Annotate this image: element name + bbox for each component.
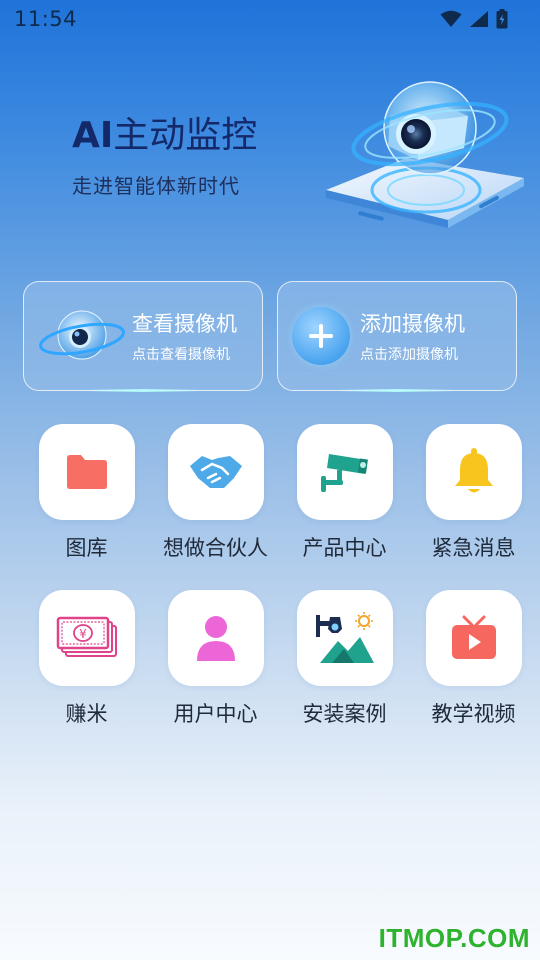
hero-title: AI主动监控 [72,106,257,158]
add-camera-card[interactable]: 添加摄像机 点击添加摄像机 [277,281,517,392]
view-camera-title: 查看摄像机 [132,312,237,336]
video-icon [451,615,496,659]
add-camera-subtitle: 点击添加摄像机 [360,347,458,363]
status-time: 11:54 [14,7,78,31]
grid-item-label: 安装案例 [302,702,387,726]
ai-camera-illustration [326,81,524,228]
wifi-icon [440,10,462,27]
bell-icon [454,448,493,493]
hero-subtitle: 走进智能体新时代 [72,174,240,198]
tile-box[interactable] [296,590,393,686]
grid-item-label: 用户中心 [173,702,258,726]
tile-box[interactable] [425,424,522,520]
grid-item-alerts[interactable]: 紧急消息 [409,424,538,562]
tile-box[interactable] [167,424,264,520]
grid-item-cases[interactable]: 安装案例 [280,590,409,728]
status-icons [440,9,508,29]
signal-icon [470,11,488,27]
grid-item-label: 赚米 [65,702,108,726]
grid-item-user-center[interactable]: 用户中心 [151,590,280,728]
tile-box[interactable] [425,590,522,686]
svg-text:¥: ¥ [79,627,87,641]
hero-title-ai: AI [72,115,114,156]
card-glow [84,389,202,392]
tile-box[interactable]: ¥ [38,590,135,686]
grid-item-gallery[interactable]: 图库 [22,424,151,562]
feature-grid: 图库 想做合伙人 产品中心 紧急消息 ¥ 赚米 用户中心 安装案例 教学视频 [22,424,522,728]
grid-item-tutorials[interactable]: 教学视频 [409,590,538,728]
status-bar: 11:54 [0,0,540,38]
tile-box[interactable] [38,424,135,520]
battery-icon [496,9,508,29]
money-icon: ¥ [56,616,117,657]
install-case-icon [315,612,374,663]
grid-item-label: 想做合伙人 [163,536,268,560]
add-camera-title: 添加摄像机 [360,312,465,336]
grid-item-partner[interactable]: 想做合伙人 [151,424,280,562]
plus-icon [292,307,350,365]
card-glow [338,389,456,392]
tile-box[interactable] [167,590,264,686]
camera-sphere-icon [39,310,125,360]
watermark: ITMOP.COM [378,923,530,953]
cctv-camera-icon [320,454,368,492]
grid-item-label: 紧急消息 [431,536,516,560]
hero-title-rest: 主动监控 [113,115,258,156]
folder-icon [66,455,107,489]
tile-box[interactable] [296,424,393,520]
user-icon [196,616,235,661]
grid-item-label: 图库 [65,536,108,560]
grid-item-label: 教学视频 [431,702,516,726]
view-camera-card[interactable]: 查看摄像机 点击查看摄像机 [23,281,263,392]
grid-item-label: 产品中心 [302,536,387,560]
grid-item-products[interactable]: 产品中心 [280,424,409,562]
handshake-icon [189,456,242,488]
grid-item-earn[interactable]: ¥ 赚米 [22,590,151,728]
view-camera-subtitle: 点击查看摄像机 [132,347,230,363]
